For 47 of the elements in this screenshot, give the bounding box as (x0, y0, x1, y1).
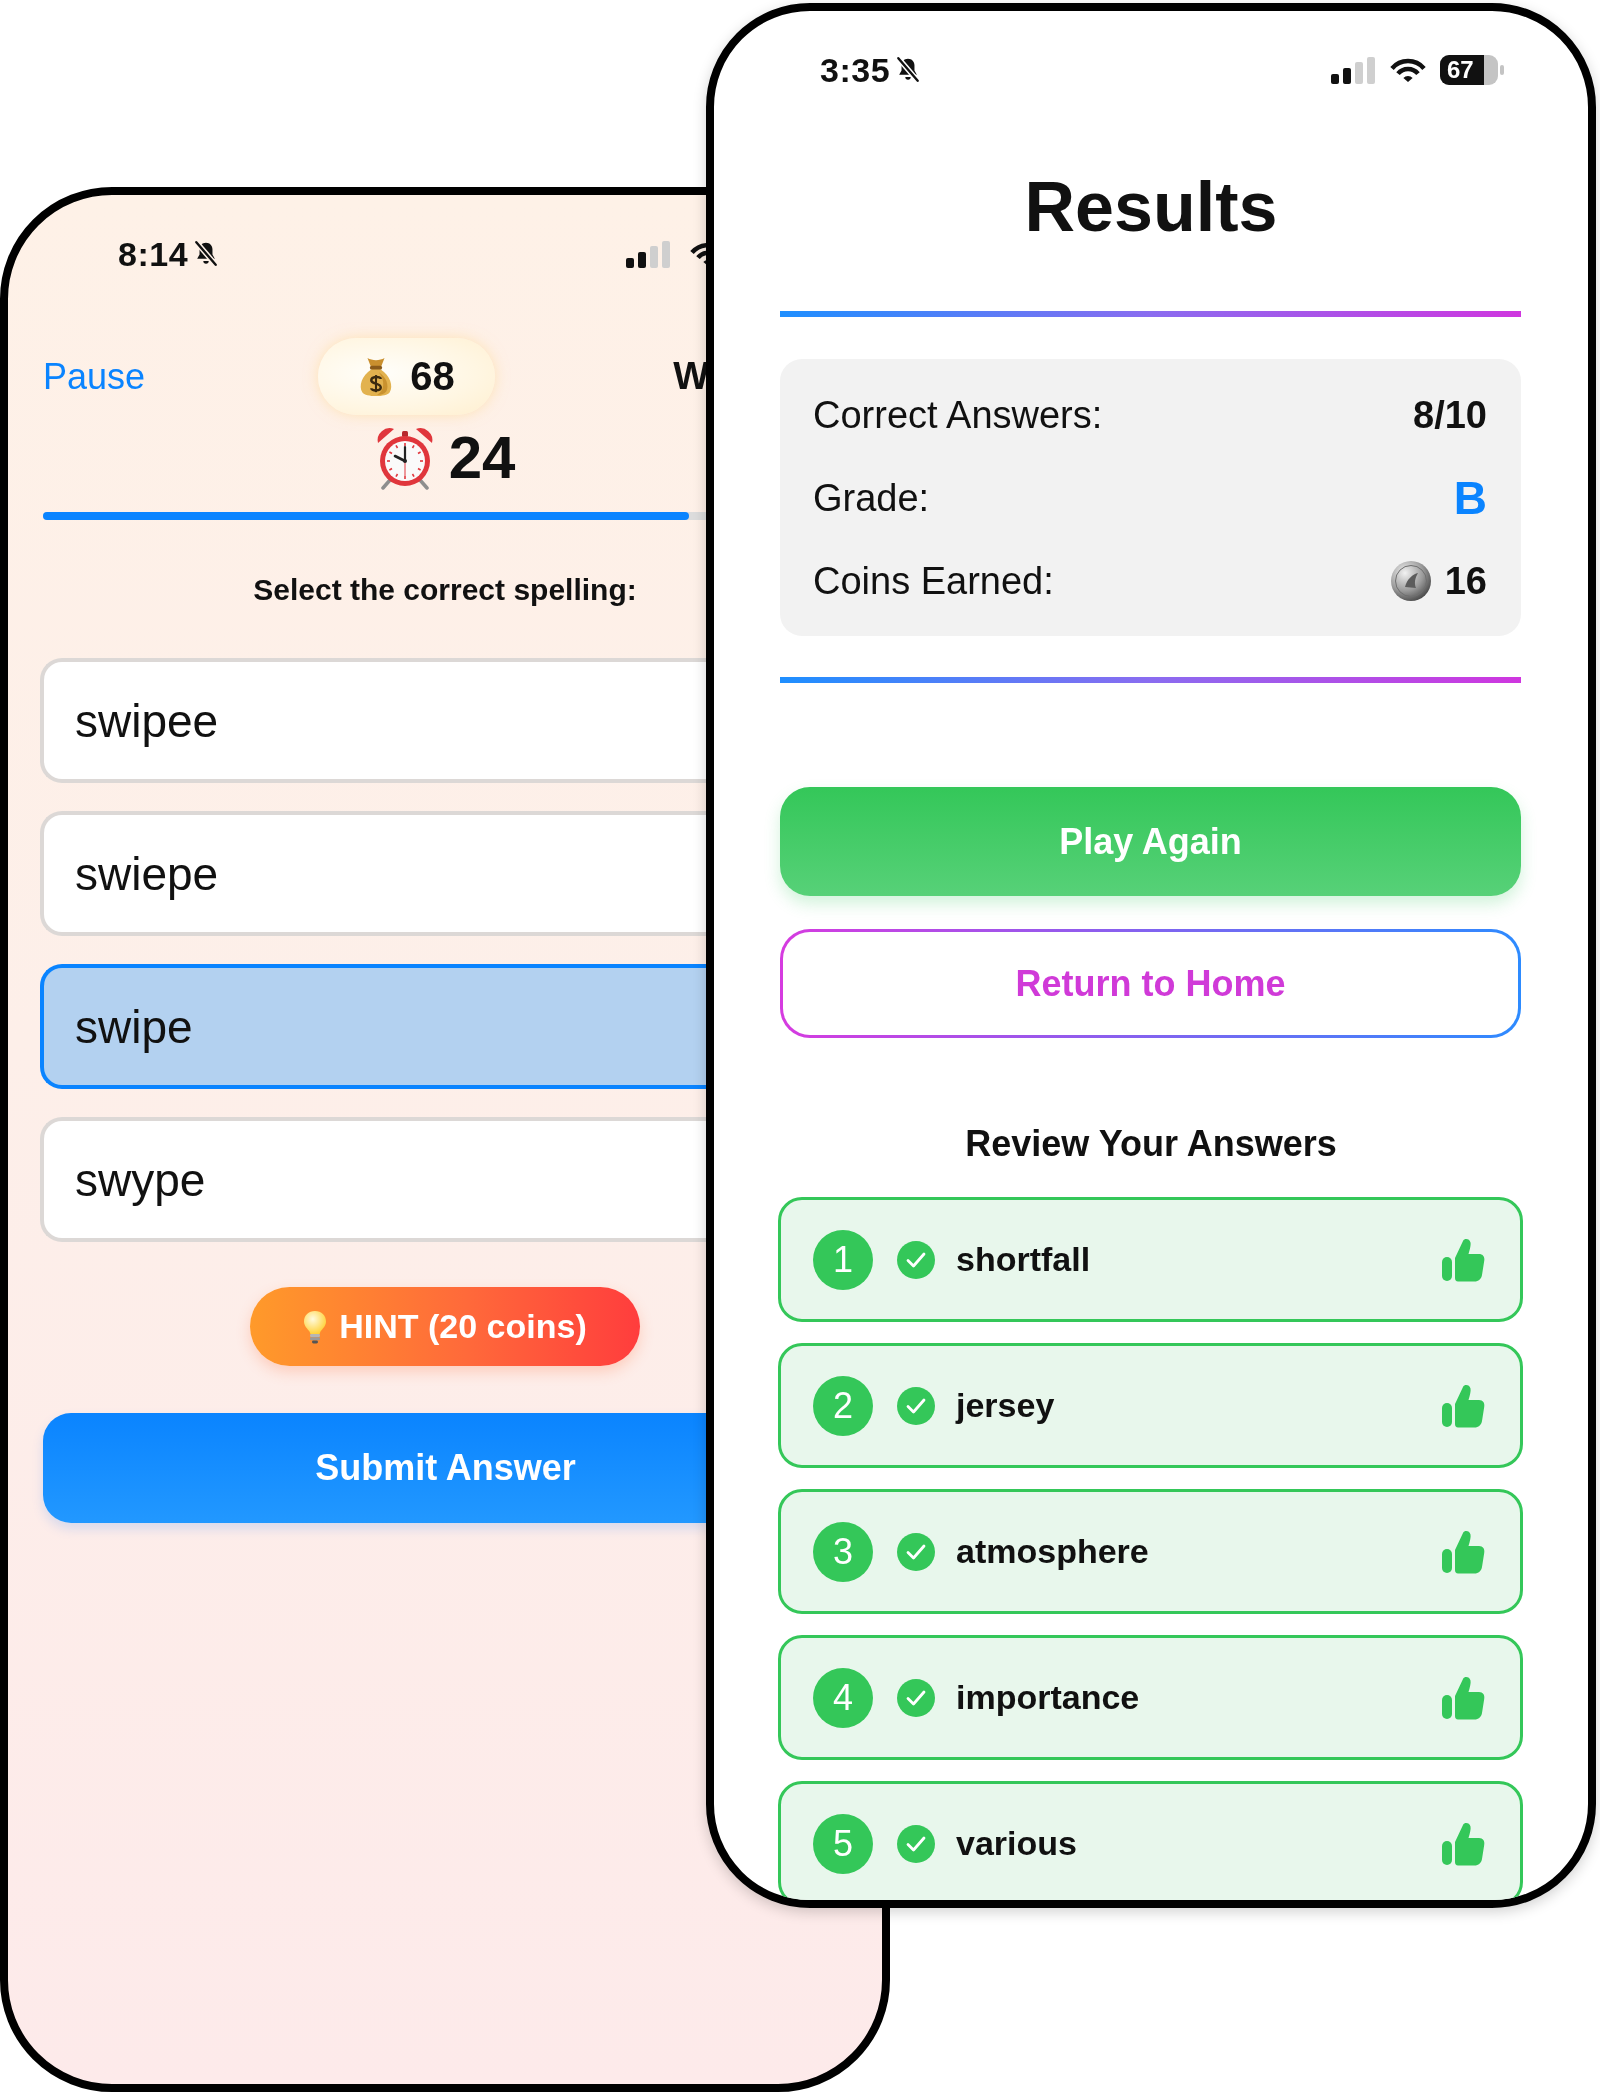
results-title: Results (1024, 167, 1278, 247)
stat-label: Correct Answers: (813, 393, 1103, 437)
submit-button[interactable]: Submit Answer (43, 1413, 709, 1523)
play-again-button[interactable]: Play Again (780, 787, 1521, 896)
question-prompt: Select the correct spelling: (253, 572, 637, 608)
status-time: 8:14 (118, 234, 189, 274)
section-heading: Review Your Answers (965, 1122, 1337, 1166)
grade-value: B (1453, 471, 1487, 525)
stat-value: 8/10 (1413, 393, 1487, 437)
stat-label: Coins Earned: (813, 559, 1054, 603)
answer-option[interactable]: swipee (40, 658, 709, 783)
pause-button[interactable]: Pause (43, 354, 146, 399)
status-time: 3:35 (820, 50, 891, 90)
answer-option[interactable]: swiepe (40, 811, 709, 936)
thumbs-up-icon (1441, 1528, 1485, 1575)
hint-button[interactable]: HINT (20 coins) (250, 1287, 640, 1366)
wifi-icon (1389, 56, 1427, 84)
question-number: 5 (813, 1813, 873, 1874)
question-number: 2 (813, 1375, 873, 1436)
battery-percent: 67 (1447, 56, 1474, 84)
signal-icon (626, 240, 670, 268)
signal-icon (1331, 56, 1375, 84)
thumbs-up-icon (1441, 1236, 1485, 1283)
answer-option[interactable]: swype (40, 1117, 709, 1242)
question-number: 3 (813, 1521, 873, 1582)
thumbs-up-icon (1441, 1674, 1485, 1721)
answer-word: various (956, 1824, 1077, 1863)
question-number: 4 (813, 1667, 873, 1728)
answer-word: shortfall (956, 1240, 1091, 1279)
stat-value: 16 (1444, 559, 1487, 603)
bell-slash-icon (193, 240, 220, 268)
coin-count: 68 (410, 354, 455, 399)
answer-word: jersey (956, 1386, 1055, 1425)
coin-icon (1390, 561, 1431, 601)
thumbs-up-icon (1441, 1820, 1485, 1867)
bell-slash-icon (895, 56, 922, 84)
answer-word: importance (956, 1678, 1140, 1717)
answer-word: atmosphere (956, 1532, 1149, 1571)
lightbulb-icon (303, 1309, 328, 1344)
thumbs-up-icon (1441, 1382, 1485, 1429)
return-home-button[interactable]: Return to Home (780, 929, 1521, 1038)
header-label: W (673, 355, 709, 398)
stat-label: Grade: (813, 476, 930, 520)
battery-icon (1440, 55, 1504, 85)
answer-option[interactable]: swipe (40, 964, 709, 1089)
timer-seconds: 24 (448, 425, 516, 491)
question-number: 1 (813, 1229, 873, 1290)
